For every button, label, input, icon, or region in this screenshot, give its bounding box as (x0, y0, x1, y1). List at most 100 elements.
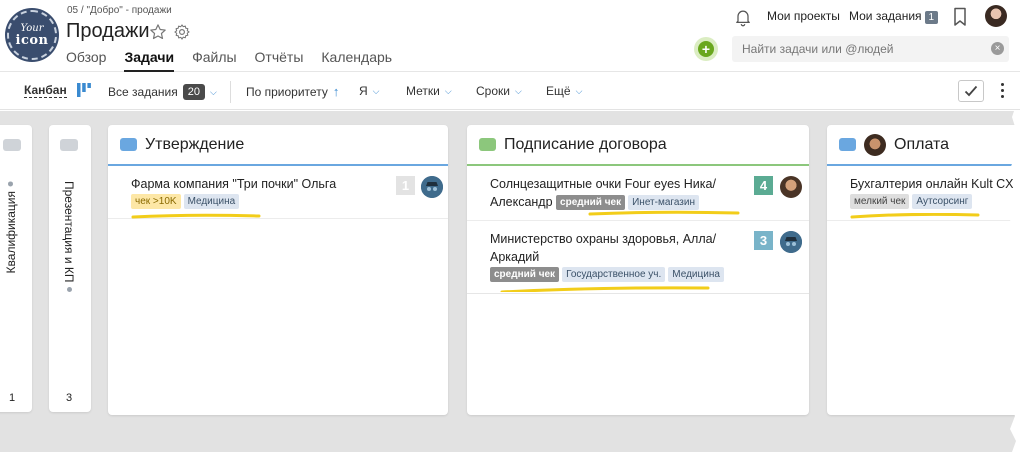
tag-industry[interactable]: Инет-магазин (628, 195, 699, 211)
column-color-chip (3, 139, 21, 151)
column-header[interactable]: Подписание договора (467, 125, 809, 166)
column-collapsed-presentation[interactable]: Презентация и КП 3 (49, 125, 91, 412)
more-options-icon[interactable] (999, 83, 1005, 98)
select-tasks-button[interactable] (958, 80, 984, 102)
assignee-avatar-anonymous-icon[interactable] (780, 231, 802, 253)
sort-priority-button[interactable]: По приоритету ↑ (246, 84, 339, 99)
add-task-button[interactable]: + (694, 37, 718, 61)
tab-reports[interactable]: Отчёты (255, 49, 304, 72)
priority-badge: 3 (754, 231, 773, 250)
task-title: Министерство охраны здоровья, Алла/ Арка… (490, 232, 717, 264)
tab-files[interactable]: Файлы (192, 49, 236, 72)
search-input[interactable] (732, 36, 1009, 62)
torn-edge-decoration (1008, 111, 1020, 452)
tag-check-size[interactable]: мелкий чек (850, 194, 910, 210)
project-logo[interactable]: Your icon (7, 10, 57, 60)
tag-organization-type[interactable]: Государственное уч. (562, 267, 666, 283)
logo-line-1: Your (20, 22, 44, 34)
column-title: Утверждение (145, 135, 245, 153)
my-tasks-count-badge: 1 (924, 11, 939, 24)
all-tasks-count: 20 (182, 84, 205, 100)
filter-more-label: Ещё (546, 84, 571, 98)
column-title: Оплата (894, 135, 950, 153)
tag-check-size[interactable]: средний чек (490, 267, 560, 283)
logo-line-2: icon (15, 32, 49, 48)
filter-me-dropdown[interactable]: Я ⌵ (359, 84, 380, 98)
filter-me-label: Я (359, 84, 368, 98)
user-avatar[interactable] (985, 5, 1007, 27)
filter-labels-label: Метки (406, 84, 440, 98)
my-tasks-link[interactable]: Мои задания 1 (849, 9, 939, 24)
my-projects-link[interactable]: Мои проекты (767, 9, 840, 23)
plus-icon: + (698, 41, 714, 57)
tag-industry[interactable]: Аутсорсинг (912, 194, 973, 210)
chevron-down-icon: ⌵ (372, 85, 380, 96)
tag-industry[interactable]: Медицина (183, 194, 240, 210)
chevron-down-icon: ⌵ (209, 86, 217, 97)
filter-more-dropdown[interactable]: Ещё ⌵ (546, 84, 582, 98)
all-tasks-filter[interactable]: Все задания 20 ⌵ (108, 84, 217, 100)
filter-dates-dropdown[interactable]: Сроки ⌵ (476, 84, 522, 98)
star-icon[interactable] (149, 23, 167, 41)
tab-tasks[interactable]: Задачи (124, 49, 175, 72)
tag-check-size[interactable]: чек >10K (131, 194, 181, 210)
column-approval: Утверждение Фарма компания "Три почки" О… (108, 125, 448, 415)
column-collapsed-title-text: Презентация и КП (62, 181, 76, 283)
column-task-count: 3 (66, 392, 73, 404)
kanban-board: Квалификация 1 Презентация и КП 3 Утверж… (0, 111, 1020, 452)
chevron-down-icon: ⌵ (514, 85, 522, 96)
filter-labels-dropdown[interactable]: Метки ⌵ (406, 84, 452, 98)
sort-arrow-up-icon: ↑ (332, 84, 340, 99)
priority-badge: 4 (754, 176, 773, 195)
task-tags: мелкий чек Аутсорсинг (850, 193, 975, 210)
column-header[interactable]: Утверждение (108, 125, 448, 166)
column-collapsed-title: Квалификация (4, 181, 18, 273)
bookmark-icon[interactable] (953, 7, 967, 32)
sort-label: По приоритету (246, 84, 328, 99)
app-header: Your icon 05 / "Добро" - продажи Продажи… (0, 0, 1020, 72)
column-collapsed-qualification[interactable]: Квалификация 1 (0, 125, 32, 412)
task-title: Бухгалтерия онлайн Kult CX (850, 177, 1014, 191)
assignee-avatar-anonymous-icon[interactable] (421, 176, 443, 198)
highlight-underline (850, 213, 980, 219)
task-card[interactable]: Фарма компания "Три почки" Ольга чек >10… (108, 166, 448, 219)
task-title: Солнцезащитные очки Four eyes Ника/Алекс… (490, 175, 759, 211)
task-title: Фарма компания "Три почки" Ольга (131, 177, 337, 191)
tag-industry[interactable]: Медицина (668, 267, 724, 283)
column-contract-signing: Подписание договора Солнцезащитные очки … (467, 125, 809, 415)
task-tags: чек >10K Медицина (131, 193, 242, 210)
column-status-dot (66, 287, 72, 293)
column-owner-avatar[interactable] (864, 133, 886, 156)
notifications-bell-icon[interactable] (733, 7, 753, 32)
tab-overview[interactable]: Обзор (66, 49, 106, 72)
filter-dates-label: Сроки (476, 84, 510, 98)
assignee-avatar[interactable] (780, 176, 802, 198)
column-collapsed-title-text: Квалификация (4, 191, 18, 274)
column-payment: Оплата Бухгалтерия онлайн Kult CX мелкий… (827, 125, 1020, 415)
toolbar-divider (230, 81, 231, 103)
column-color-chip (479, 138, 496, 151)
task-card[interactable]: Бухгалтерия онлайн Kult CX мелкий чек Аут… (827, 166, 1020, 221)
breadcrumb[interactable]: 05 / "Добро" - продажи (67, 5, 172, 16)
column-color-chip (60, 139, 78, 151)
task-card[interactable]: Министерство охраны здоровья, Алла/ Арка… (467, 221, 809, 294)
column-color-chip (839, 138, 856, 151)
column-header[interactable]: Оплата (827, 125, 1020, 166)
settings-gear-icon[interactable] (173, 23, 191, 41)
column-color-chip (120, 138, 137, 151)
view-kanban-toggle[interactable]: Канбан (24, 84, 67, 98)
page-title: Продажи (66, 20, 150, 42)
tag-check-size[interactable]: средний чек (556, 195, 626, 211)
chevron-down-icon: ⌵ (444, 85, 452, 96)
checkmark-icon (964, 85, 978, 97)
highlight-underline (500, 286, 710, 292)
tab-calendar[interactable]: Календарь (321, 49, 392, 72)
task-tags: средний чек Государственное уч. Медицина (490, 266, 727, 283)
kanban-icon[interactable] (77, 83, 91, 102)
column-title: Подписание договора (504, 135, 667, 153)
task-card[interactable]: Солнцезащитные очки Four eyes Ника/Алекс… (467, 166, 809, 221)
clear-search-icon[interactable]: × (991, 42, 1004, 55)
highlight-underline (131, 213, 261, 219)
column-task-count: 1 (9, 392, 16, 404)
chevron-down-icon: ⌵ (575, 85, 583, 96)
